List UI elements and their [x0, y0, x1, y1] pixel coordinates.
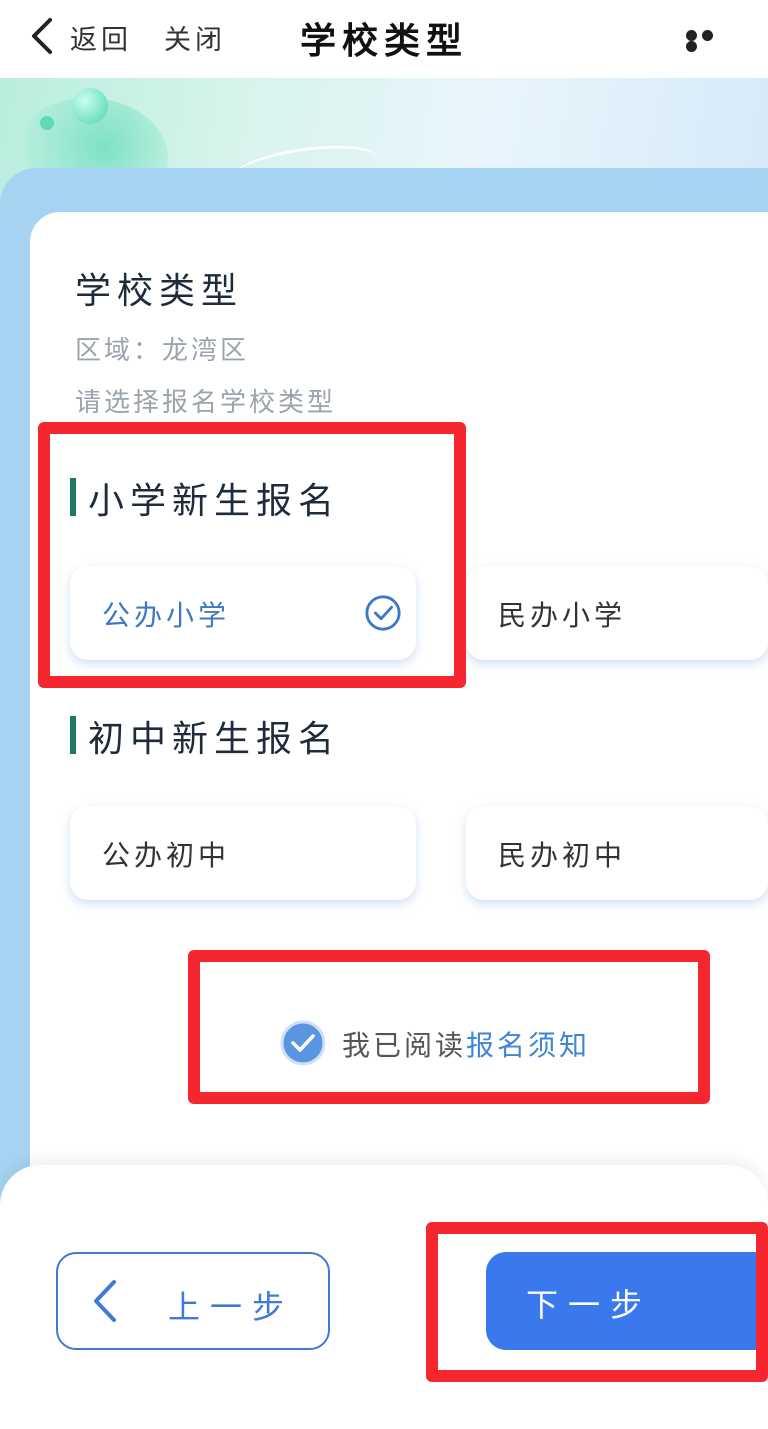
option-label: 民办小学	[498, 599, 627, 632]
page-title: 学校类型	[299, 21, 468, 62]
region-text: 区域：龙湾区	[75, 336, 250, 366]
previous-step-button[interactable]: 上一步	[56, 1252, 330, 1350]
section-accent-bar	[70, 716, 76, 754]
annotation-box-next-button	[426, 1222, 768, 1382]
planet-icon	[72, 88, 108, 124]
option-label: 民办初中	[498, 839, 627, 872]
chevron-left-icon	[94, 1280, 116, 1322]
option-label: 公办初中	[102, 839, 231, 872]
section-title-middle: 初中新生报名	[88, 719, 341, 760]
annotation-box-agreement	[188, 950, 710, 1104]
option-private-primary[interactable]: 民办小学	[466, 566, 768, 660]
option-public-middle[interactable]: 公办初中	[70, 806, 416, 900]
card-title: 学校类型	[75, 271, 244, 312]
option-private-middle[interactable]: 民办初中	[466, 806, 768, 900]
more-options-icon[interactable]	[686, 30, 730, 52]
nav-bar: 返回 关闭 学校类型	[0, 0, 768, 78]
hint-text: 请选择报名学校类型	[75, 388, 337, 418]
small-planet-icon	[40, 116, 54, 130]
annotation-box-primary-option	[38, 422, 466, 688]
previous-step-label: 上一步	[168, 1288, 295, 1326]
